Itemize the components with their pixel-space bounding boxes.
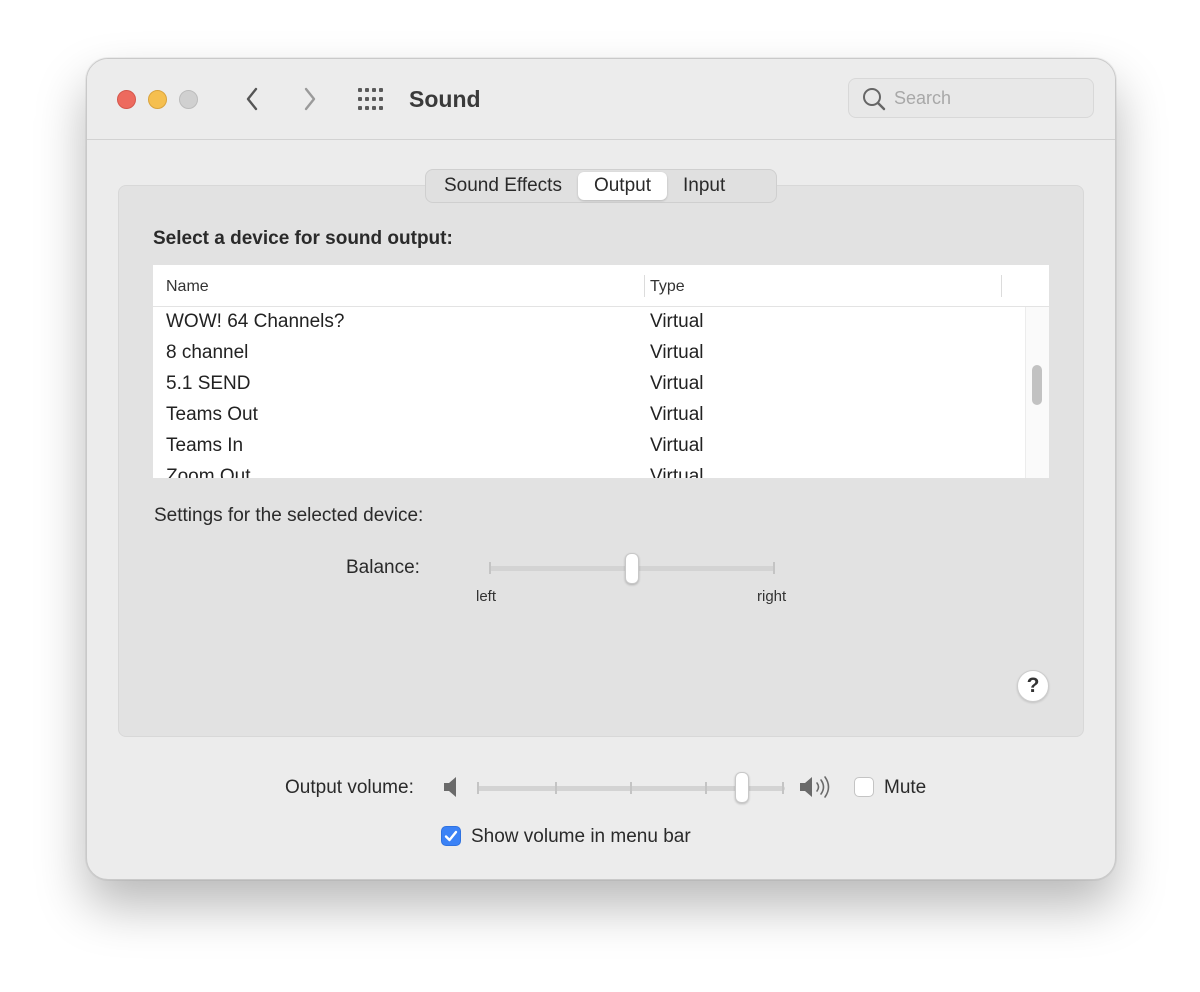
titlebar: Sound <box>87 59 1115 140</box>
close-window-button[interactable] <box>117 90 136 109</box>
device-type-cell: Virtual <box>650 466 704 478</box>
device-type-cell: Virtual <box>650 373 704 394</box>
device-name-cell: Teams In <box>166 435 244 456</box>
column-divider[interactable] <box>1001 275 1002 297</box>
balance-label: Balance: <box>346 557 420 578</box>
output-volume-label: Output volume: <box>285 777 414 798</box>
show-all-grid-icon <box>358 88 383 110</box>
table-row[interactable]: 8 channel Virtual <box>153 338 1025 369</box>
volume-tick <box>782 782 784 794</box>
volume-tick <box>555 782 557 794</box>
output-device-heading: Select a device for sound output: <box>153 228 453 249</box>
balance-slider-thumb[interactable] <box>625 553 639 584</box>
device-name-cell: WOW! 64 Channels? <box>166 311 345 332</box>
checkmark-icon <box>444 830 458 842</box>
volume-tick <box>705 782 707 794</box>
table-row[interactable]: WOW! 64 Channels? Virtual <box>153 307 1025 338</box>
mute-label[interactable]: Mute <box>884 777 926 799</box>
device-name-cell: Zoom Out <box>166 466 251 478</box>
show-volume-in-menu-bar-checkbox[interactable] <box>441 826 461 846</box>
speaker-high-icon <box>800 776 830 798</box>
table-row[interactable]: Teams Out Virtual <box>153 400 1025 431</box>
scrollbar-thumb[interactable] <box>1032 365 1042 405</box>
device-name-cell: 5.1 SEND <box>166 373 251 394</box>
mute-checkbox[interactable] <box>854 777 874 797</box>
speaker-low-icon <box>444 777 456 797</box>
window-title: Sound <box>409 86 481 112</box>
sound-preferences-window: Sound Sound Effects Output Input Select … <box>86 58 1116 880</box>
device-type-cell: Virtual <box>650 342 704 363</box>
table-header: Name Type <box>153 265 1049 307</box>
search-icon <box>863 88 886 111</box>
zoom-window-button[interactable] <box>179 90 198 109</box>
help-button[interactable]: ? <box>1017 670 1049 702</box>
table-scrollbar[interactable] <box>1025 307 1049 478</box>
show-volume-in-menu-bar-label[interactable]: Show volume in menu bar <box>471 826 691 848</box>
column-divider[interactable] <box>644 275 645 297</box>
column-header-name[interactable]: Name <box>166 278 209 296</box>
tab-input[interactable]: Input <box>667 172 741 200</box>
search-field[interactable] <box>848 78 1094 118</box>
chevron-left-icon <box>246 87 258 111</box>
device-type-cell: Virtual <box>650 404 704 425</box>
tab-output[interactable]: Output <box>577 172 667 200</box>
minimize-window-button[interactable] <box>148 90 167 109</box>
output-device-table: Name Type WOW! 64 Channels? Virtual 8 ch… <box>153 265 1049 478</box>
balance-left-label: left <box>476 588 497 605</box>
tab-bar: Sound Effects Output Input <box>425 169 777 203</box>
volume-tick <box>630 782 632 794</box>
device-settings-label: Settings for the selected device: <box>154 505 424 526</box>
show-all-button[interactable] <box>357 87 387 111</box>
chevron-right-icon <box>304 87 316 111</box>
volume-tick <box>477 782 479 794</box>
table-row[interactable]: 5.1 SEND Virtual <box>153 369 1025 400</box>
balance-right-label: right <box>757 588 787 605</box>
tab-sound-effects[interactable]: Sound Effects <box>428 172 578 200</box>
forward-button[interactable] <box>295 83 325 115</box>
table-body: WOW! 64 Channels? Virtual 8 channel Virt… <box>153 307 1025 478</box>
column-header-type[interactable]: Type <box>650 278 685 296</box>
device-type-cell: Virtual <box>650 435 704 456</box>
device-name-cell: Teams Out <box>166 404 258 425</box>
back-button[interactable] <box>237 83 267 115</box>
balance-tick-left <box>489 562 491 574</box>
table-row[interactable]: Zoom Out Virtual <box>153 462 1025 478</box>
search-input[interactable] <box>894 79 1084 117</box>
table-row[interactable]: Teams In Virtual <box>153 431 1025 462</box>
device-type-cell: Virtual <box>650 311 704 332</box>
volume-slider-thumb[interactable] <box>734 772 749 803</box>
device-name-cell: 8 channel <box>166 342 249 363</box>
balance-tick-right <box>773 562 775 574</box>
